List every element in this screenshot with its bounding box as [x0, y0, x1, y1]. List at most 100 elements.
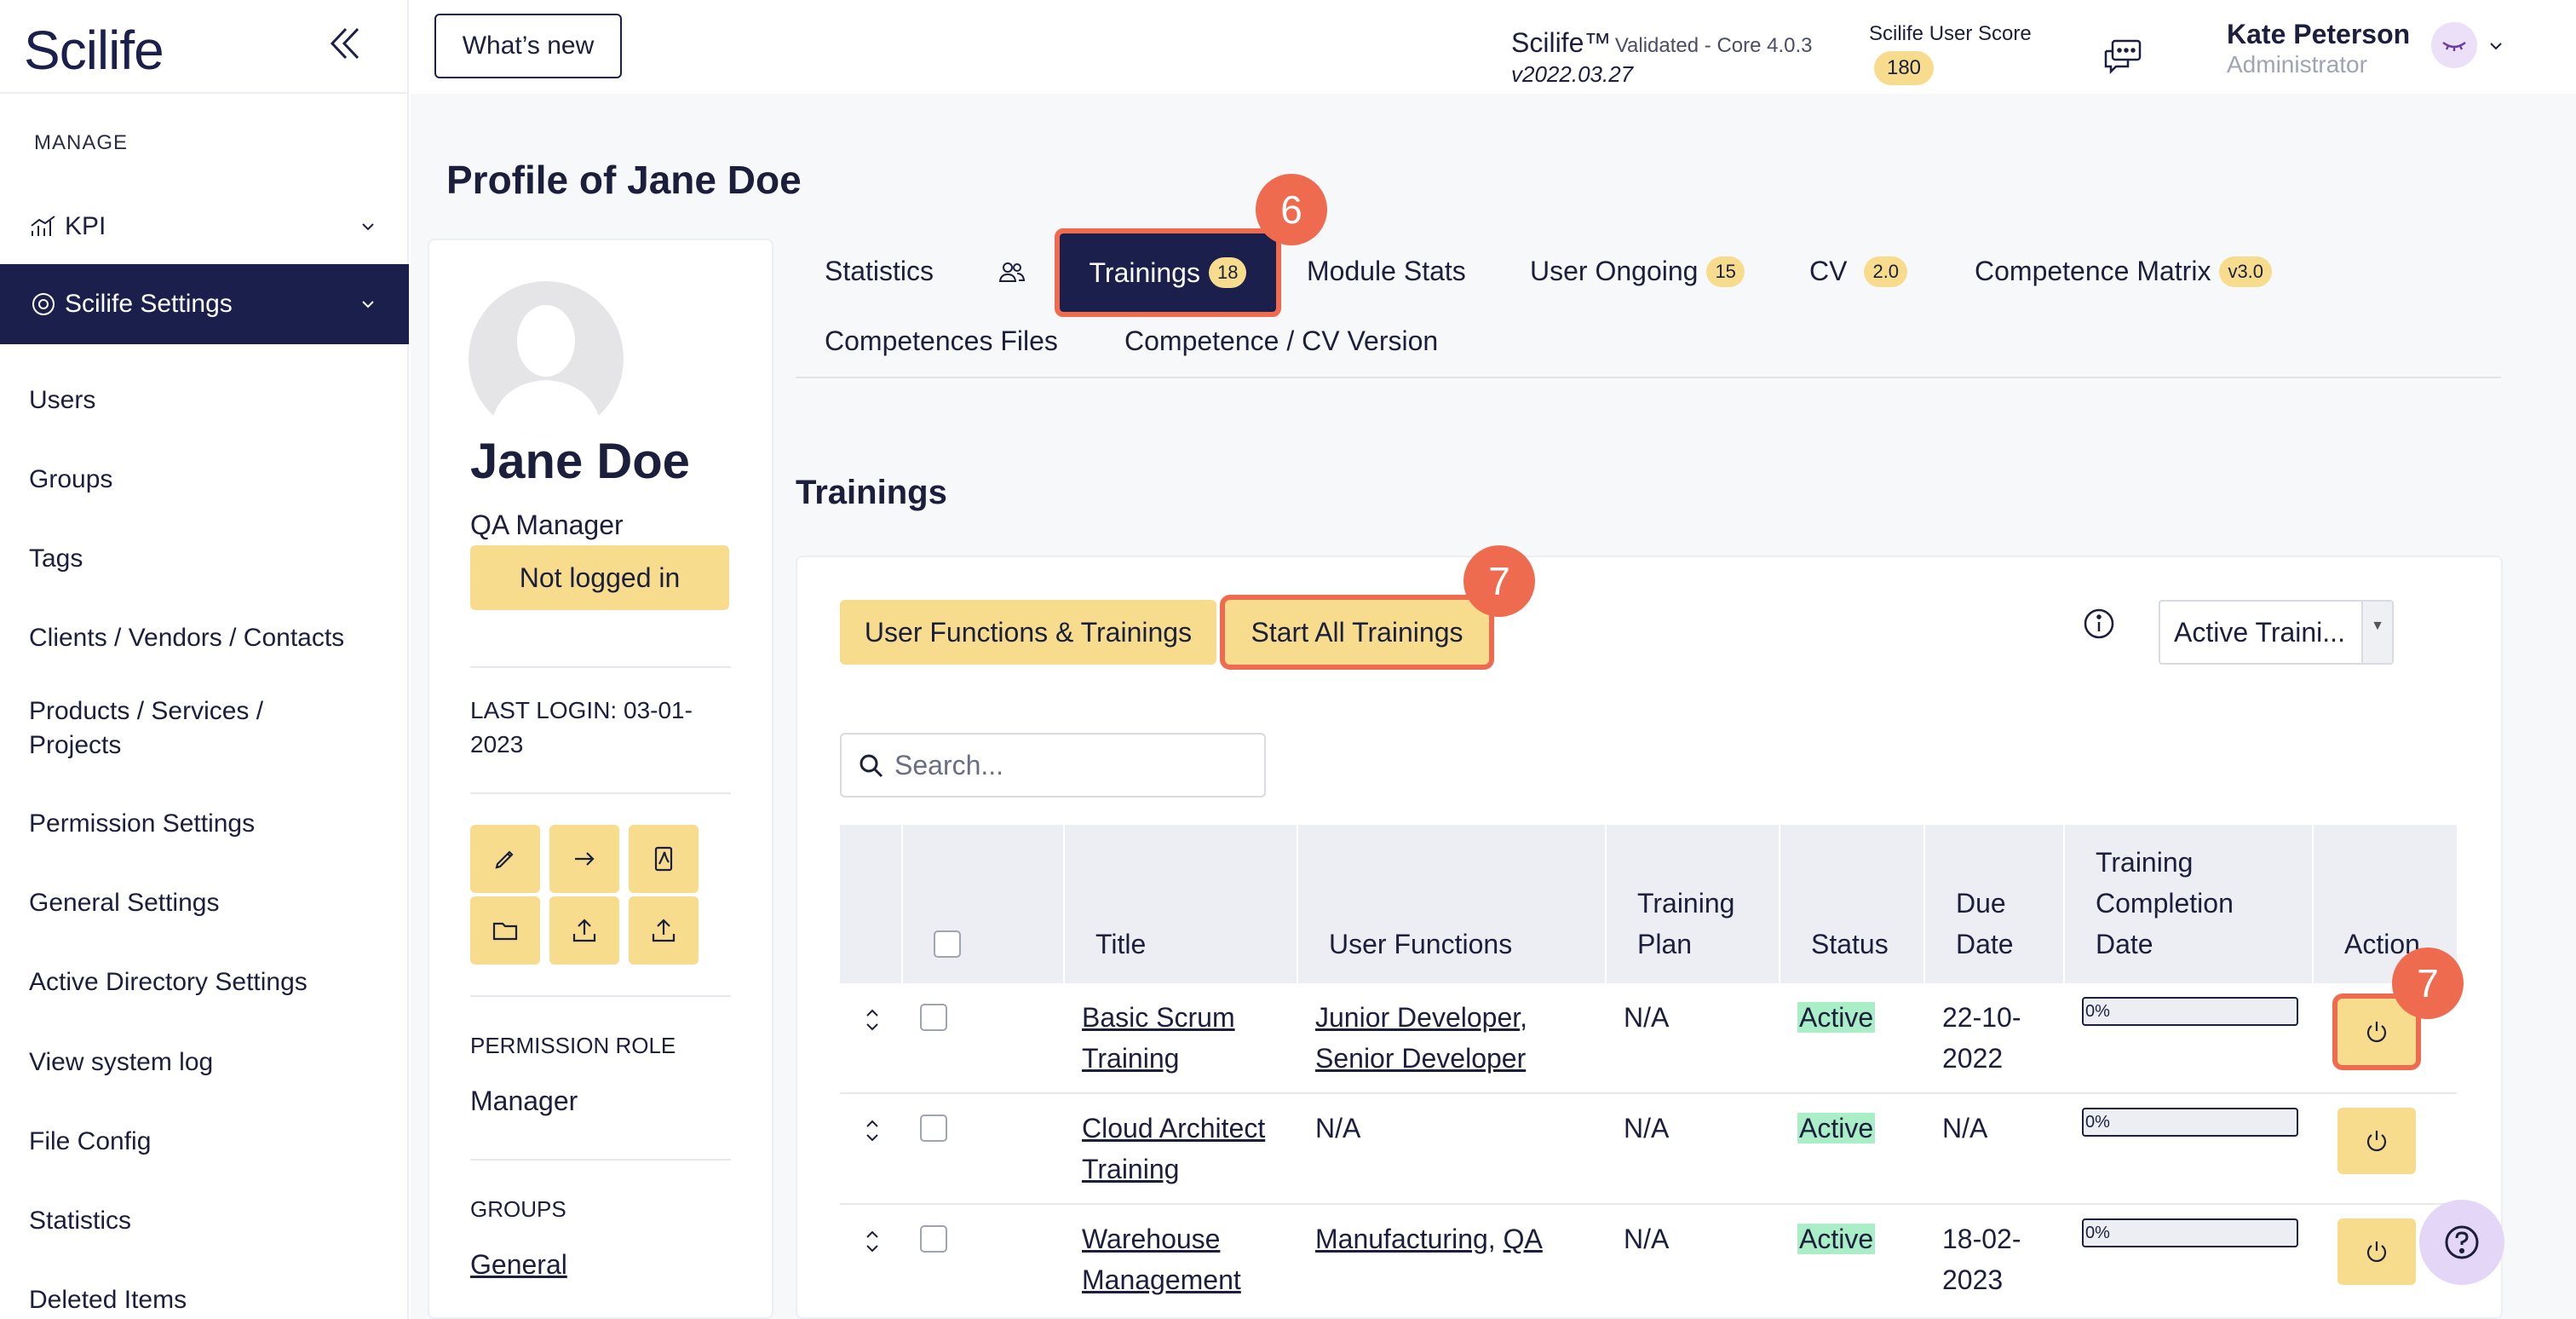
user-function-link[interactable]: Junior Developer [1315, 1002, 1520, 1033]
scilife-settings-label: Scilife Settings [65, 290, 233, 318]
start-training-button[interactable] [2337, 1218, 2416, 1285]
training-title-link[interactable]: Warehouse Management [1082, 1218, 1252, 1300]
tab-trainings-label: Trainings [1089, 256, 1200, 288]
column-separator [2063, 825, 2065, 983]
training-title-link[interactable]: Basic Scrum Training [1082, 997, 1252, 1079]
sidebar-item-file-config[interactable]: File Config [29, 1125, 387, 1159]
arrow-right-icon [575, 852, 595, 866]
sidebar-item-active-directory-settings[interactable]: Active Directory Settings [29, 965, 387, 999]
upload-icon [572, 919, 596, 942]
power-icon [2366, 1131, 2387, 1152]
status-cell: Active [1797, 997, 1876, 1038]
expand-row-icon[interactable] [862, 1116, 883, 1145]
pdf-button[interactable] [629, 825, 699, 893]
tab-statistics[interactable]: Statistics [825, 256, 934, 287]
current-user-name[interactable]: Kate Peterson [2227, 19, 2410, 50]
sidebar-item-deleted-items[interactable]: Deleted Items [29, 1283, 387, 1317]
column-due-date[interactable]: Due Date [1956, 883, 2041, 965]
info-icon[interactable] [2082, 607, 2116, 641]
help-button[interactable] [2419, 1200, 2504, 1285]
start-all-trainings-button[interactable]: Start All Trainings [1220, 595, 1494, 670]
tab-competence-matrix[interactable]: Competence Matrix v3.0 [1975, 256, 2273, 287]
row-divider [840, 1203, 2457, 1205]
upload-icon [652, 919, 676, 942]
app-logo[interactable]: Scilife [24, 19, 164, 82]
tab-competence-cv-version[interactable]: Competence / CV Version [1124, 325, 1438, 357]
start-training-button[interactable] [2337, 1108, 2416, 1174]
profile-name: Jane Doe [470, 434, 690, 489]
product-name: Scilife™ [1511, 27, 1612, 58]
user-function-link[interactable]: Senior Developer [1315, 1043, 1526, 1074]
pdf-document-icon [654, 846, 673, 872]
search-box[interactable] [840, 733, 1266, 798]
whats-new-button[interactable]: What’s new [434, 14, 622, 78]
sidebar-item-clients-vendors-contacts[interactable]: Clients / Vendors / Contacts [29, 621, 387, 655]
user-function-link[interactable]: QA [1504, 1224, 1543, 1254]
column-separator [1605, 825, 1607, 983]
groups-label: GROUPS [470, 1196, 566, 1222]
training-filter-select[interactable]: Active Traini... ▼ [2159, 600, 2394, 665]
tab-module-stats[interactable]: Module Stats [1307, 256, 1466, 287]
search-input[interactable] [894, 749, 1235, 781]
edit-button[interactable] [470, 825, 540, 893]
upload-button[interactable] [549, 896, 619, 965]
user-functions-cell: Manufacturing, QA [1315, 1224, 1543, 1254]
select-all-checkbox[interactable] [934, 930, 961, 958]
tab-trainings[interactable]: Trainings 18 [1055, 228, 1281, 317]
column-training-plan[interactable]: Training Plan [1637, 883, 1757, 965]
user-score-badge: 180 [1874, 51, 1934, 85]
page-title: Profile of Jane Doe [446, 158, 802, 202]
tab-competence-matrix-label: Competence Matrix [1975, 256, 2211, 286]
sidebar-item-kpi[interactable]: KPI [0, 198, 409, 256]
cv-version-badge: 2.0 [1864, 256, 1908, 287]
user-function-link[interactable]: Manufacturing [1315, 1224, 1488, 1254]
due-date-cell: 18-02-2023 [1942, 1224, 2021, 1295]
sidebar-item-users[interactable]: Users [29, 383, 387, 418]
user-avatar[interactable] [2431, 22, 2477, 68]
tab-competences-files[interactable]: Competences Files [825, 325, 1058, 357]
status-badge: Active [1797, 1113, 1876, 1143]
tab-user-ongoing[interactable]: User Ongoing 15 [1530, 256, 1745, 287]
current-user-role: Administrator [2227, 51, 2367, 78]
row-checkbox[interactable] [920, 1115, 947, 1142]
expand-row-icon[interactable] [862, 1005, 883, 1034]
export-button[interactable] [629, 896, 699, 965]
sidebar-item-statistics[interactable]: Statistics [29, 1204, 387, 1238]
feedback-chat-icon[interactable] [2101, 37, 2143, 77]
expand-row-icon[interactable] [862, 1227, 883, 1256]
pencil-icon [495, 850, 514, 869]
user-functions-trainings-button[interactable]: User Functions & Trainings [840, 600, 1216, 665]
sidebar-item-products-services-projects[interactable]: Products / Services / Projects [29, 694, 336, 763]
dropdown-arrow-icon[interactable]: ▼ [2361, 602, 2392, 663]
sidebar-item-scilife-settings[interactable]: Scilife Settings [0, 264, 409, 344]
folder-button[interactable] [470, 896, 540, 965]
tab-cv[interactable]: CV 2.0 [1809, 256, 1908, 287]
due-date-cell: 22-10-2022 [1942, 1002, 2021, 1074]
chevron-down-icon [362, 223, 374, 231]
column-training-completion-date[interactable]: Training Completion Date [2096, 842, 2274, 965]
forward-button[interactable] [549, 825, 619, 893]
training-plan-cell: N/A [1624, 1224, 1670, 1254]
sidebar-item-tags[interactable]: Tags [29, 542, 387, 576]
row-checkbox[interactable] [920, 1004, 947, 1031]
person-silhouette-icon [489, 305, 603, 436]
completion-progress-bar: 0% [2082, 997, 2298, 1026]
status-cell: Active [1797, 1108, 1876, 1149]
sidebar-item-groups[interactable]: Groups [29, 463, 387, 497]
column-status[interactable]: Status [1811, 924, 1889, 965]
sidebar-item-view-system-log[interactable]: View system log [29, 1045, 387, 1080]
chevron-down-icon[interactable] [2486, 36, 2506, 56]
sidebar-item-permission-settings[interactable]: Permission Settings [29, 807, 387, 841]
users-group-icon[interactable] [997, 257, 1027, 288]
settings-circle-icon [32, 293, 55, 315]
sidebar-item-general-settings[interactable]: General Settings [29, 886, 387, 920]
collapse-sidebar-icon[interactable] [324, 22, 366, 65]
logo-divider [0, 92, 409, 94]
row-checkbox[interactable] [920, 1225, 947, 1253]
column-user-functions[interactable]: User Functions [1329, 924, 1512, 965]
tabs-divider [796, 377, 2501, 378]
training-title-link[interactable]: Cloud Architect Training [1082, 1108, 1303, 1189]
column-title[interactable]: Title [1095, 924, 1146, 965]
group-link-general[interactable]: General [470, 1249, 567, 1281]
tab-user-ongoing-label: User Ongoing [1530, 256, 1699, 286]
